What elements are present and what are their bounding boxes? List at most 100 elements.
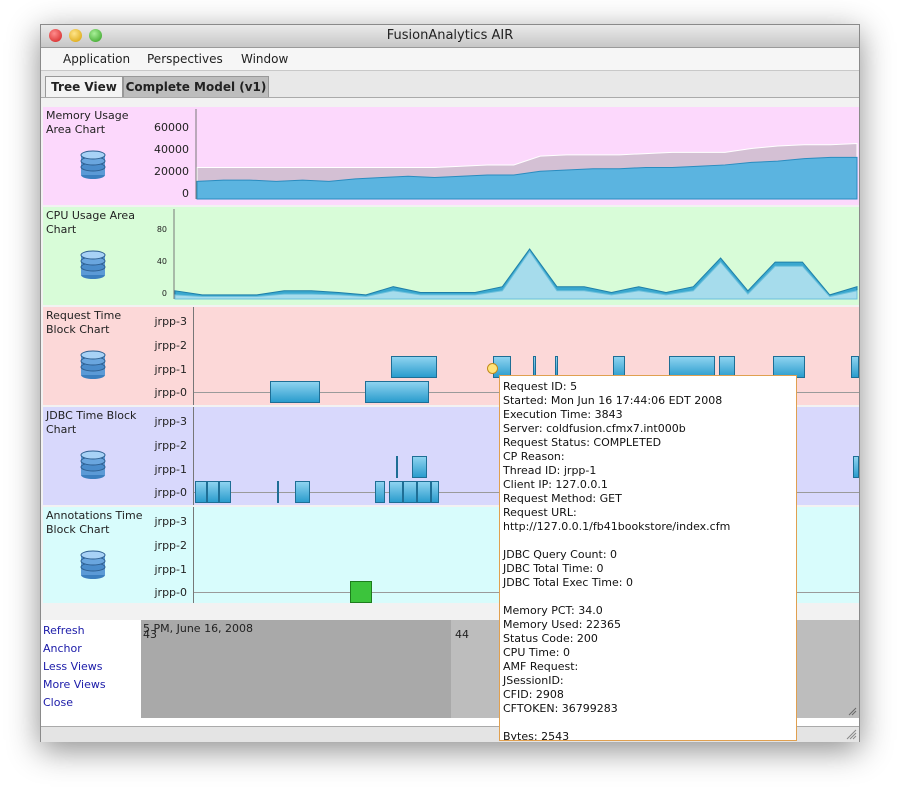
menu-perspectives[interactable]: Perspectives <box>147 52 223 66</box>
app-window: FusionAnalytics AIR Application Perspect… <box>40 24 860 742</box>
menu-window[interactable]: Window <box>241 52 288 66</box>
tooltip-line: Started: Mon Jun 16 17:44:06 EDT 2008 <box>503 394 723 407</box>
tooltip-line: Request Method: GET <box>503 492 622 505</box>
tooltip-line: Memory Used: 22365 <box>503 618 621 631</box>
jdbc-block[interactable] <box>295 481 310 503</box>
window-resize-icon[interactable] <box>846 729 857 740</box>
tooltip-line <box>503 534 796 548</box>
database-icon[interactable] <box>79 549 107 581</box>
jdbc-block[interactable] <box>207 481 219 503</box>
tooltip-line: Bytes: 2543 <box>503 730 570 741</box>
request-tick-jrpp-3: jrpp-3 <box>154 315 187 328</box>
annotations-tick-jrpp-2: jrpp-2 <box>154 539 187 552</box>
request-tick-jrpp-0: jrpp-0 <box>154 386 187 399</box>
jdbc-block[interactable] <box>195 481 207 503</box>
request-block[interactable] <box>851 356 859 378</box>
jdbc-tick-jrpp-3: jrpp-3 <box>154 415 187 428</box>
tooltip-line: CP Reason: <box>503 450 565 463</box>
jdbc-block[interactable] <box>219 481 231 503</box>
tooltip-line: JDBC Query Count: 0 <box>503 548 618 561</box>
tooltip-line: AMF Request: <box>503 660 579 673</box>
tooltip-line: CFID: 2908 <box>503 688 564 701</box>
request-tick-jrpp-1: jrpp-1 <box>154 363 187 376</box>
jdbc-tick-jrpp-2: jrpp-2 <box>154 439 187 452</box>
jdbc-block[interactable] <box>853 456 859 478</box>
cpu-tick-40: 40 <box>156 257 167 266</box>
memory-tick-20000: 20000 <box>154 165 189 178</box>
window-title: FusionAnalytics AIR <box>386 28 514 43</box>
title-bar[interactable]: FusionAnalytics AIR <box>41 25 859 48</box>
request-block[interactable] <box>391 356 437 378</box>
tooltip-line: Thread ID: jrpp-1 <box>503 464 597 477</box>
more-views-link[interactable]: More Views <box>43 678 106 691</box>
memory-area-chart[interactable] <box>195 107 859 205</box>
database-icon[interactable] <box>79 449 107 481</box>
resize-grip-icon[interactable] <box>847 706 857 716</box>
database-icon[interactable] <box>79 149 107 181</box>
request-block[interactable] <box>270 381 320 403</box>
tooltip-line: Memory PCT: 34.0 <box>503 604 603 617</box>
tab-complete-model[interactable]: Complete Model (v1) <box>123 76 269 97</box>
tooltip-line: JSessionID: <box>503 674 564 687</box>
jdbc-block[interactable] <box>277 481 279 503</box>
jdbc-tick-jrpp-1: jrpp-1 <box>154 463 187 476</box>
memory-tick-0: 0 <box>182 187 189 200</box>
annotation-block[interactable] <box>350 581 372 603</box>
tooltip-line <box>503 590 796 604</box>
tooltip-line: http://127.0.0.1/fb41bookstore/index.cfm <box>503 520 731 533</box>
tooltip-line <box>503 716 796 730</box>
timeline-tick-44: 44 <box>455 628 469 641</box>
memory-usage-panel: Memory Usage Area Chart 60000 40000 2000… <box>43 107 859 205</box>
cpu-usage-panel: CPU Usage Area Chart 80 40 0 <box>43 207 859 305</box>
tooltip-line: CPU Time: 0 <box>503 646 570 659</box>
menu-application[interactable]: Application <box>63 52 130 66</box>
menu-bar: Application Perspectives Window <box>41 48 859 71</box>
tooltip-line: Status Code: 200 <box>503 632 598 645</box>
request-block[interactable] <box>365 381 429 403</box>
cpu-panel-label: CPU Usage Area Chart <box>46 209 135 236</box>
tab-bar: Tree View Complete Model (v1) <box>41 71 859 98</box>
anchor-link[interactable]: Anchor <box>43 642 82 655</box>
memory-tick-40000: 40000 <box>154 143 189 156</box>
annotations-panel-label: Annotations Time Block Chart <box>46 509 143 536</box>
cpu-tick-80: 80 <box>156 225 167 234</box>
memory-tick-60000: 60000 <box>154 121 189 134</box>
jdbc-block[interactable] <box>403 481 417 503</box>
annotations-tick-jrpp-1: jrpp-1 <box>154 563 187 576</box>
database-icon[interactable] <box>79 349 107 381</box>
jdbc-block[interactable] <box>389 481 403 503</box>
tooltip-line: CFTOKEN: 36799283 <box>503 702 618 715</box>
jdbc-tick-jrpp-0: jrpp-0 <box>154 486 187 499</box>
y-axis <box>193 407 194 505</box>
cpu-tick-0: 0 <box>161 289 167 298</box>
y-axis <box>193 307 194 405</box>
jdbc-block[interactable] <box>417 481 431 503</box>
close-link[interactable]: Close <box>43 696 73 709</box>
timeline-tick-43: 43 <box>143 628 157 641</box>
jdbc-block[interactable] <box>431 481 439 503</box>
cpu-area-chart[interactable] <box>173 207 859 305</box>
y-axis <box>193 507 194 603</box>
tooltip-line: Server: coldfusion.cfmx7.int000b <box>503 422 686 435</box>
tab-tree-view[interactable]: Tree View <box>45 76 123 97</box>
jdbc-block[interactable] <box>412 456 427 478</box>
database-icon[interactable] <box>79 249 107 281</box>
annotations-tick-jrpp-3: jrpp-3 <box>154 515 187 528</box>
tooltip-line: Request URL: <box>503 506 577 519</box>
request-tick-jrpp-2: jrpp-2 <box>154 339 187 352</box>
timeline-date-label: 5 PM, June 16, 2008 <box>143 622 254 635</box>
tooltip-line: Execution Time: 3843 <box>503 408 623 421</box>
tooltip-line: Client IP: 127.0.0.1 <box>503 478 608 491</box>
jdbc-block[interactable] <box>375 481 385 503</box>
memory-panel-label: Memory Usage Area Chart <box>46 109 129 136</box>
tooltip-line: JDBC Total Time: 0 <box>503 562 604 575</box>
refresh-link[interactable]: Refresh <box>43 624 85 637</box>
jdbc-panel-label: JDBC Time Block Chart <box>46 409 137 436</box>
request-details-tooltip: Request ID: 5 Started: Mon Jun 16 17:44:0… <box>499 375 797 741</box>
tooltip-line: Request Status: COMPLETED <box>503 436 662 449</box>
jdbc-block[interactable] <box>396 456 398 478</box>
tooltip-line: Request ID: 5 <box>503 380 578 393</box>
tooltip-line: JDBC Total Exec Time: 0 <box>503 576 633 589</box>
less-views-link[interactable]: Less Views <box>43 660 103 673</box>
annotations-tick-jrpp-0: jrpp-0 <box>154 586 187 599</box>
